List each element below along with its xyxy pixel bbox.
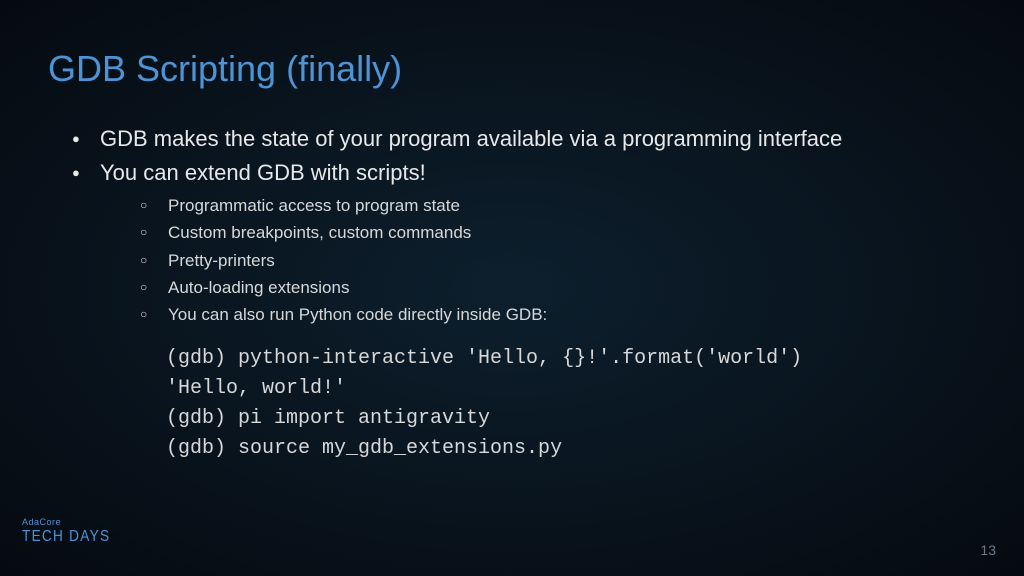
logo-company: AdaCore [22, 517, 126, 527]
bullet-text: You can extend GDB with scripts! [100, 160, 426, 185]
sub-bullet-item: Pretty-printers [140, 247, 976, 274]
sub-bullet-item: Custom breakpoints, custom commands [140, 219, 976, 246]
logo-event: TECH DAYS [22, 528, 110, 546]
sub-bullet-list: Programmatic access to program state Cus… [100, 192, 976, 328]
slide-title: GDB Scripting (finally) [48, 48, 976, 90]
bullet-item: GDB makes the state of your program avai… [72, 122, 976, 156]
sub-bullet-item: Auto-loading extensions [140, 274, 976, 301]
main-bullet-list: GDB makes the state of your program avai… [48, 122, 976, 328]
slide: GDB Scripting (finally) GDB makes the st… [0, 0, 1024, 576]
code-block: (gdb) python-interactive 'Hello, {}!'.fo… [166, 344, 976, 464]
sub-bullet-item: Programmatic access to program state [140, 192, 976, 219]
page-number: 13 [980, 542, 996, 558]
sub-bullet-item: You can also run Python code directly in… [140, 301, 976, 328]
logo: AdaCore TECH DAYS [22, 517, 126, 546]
bullet-item: You can extend GDB with scripts! Program… [72, 156, 976, 328]
